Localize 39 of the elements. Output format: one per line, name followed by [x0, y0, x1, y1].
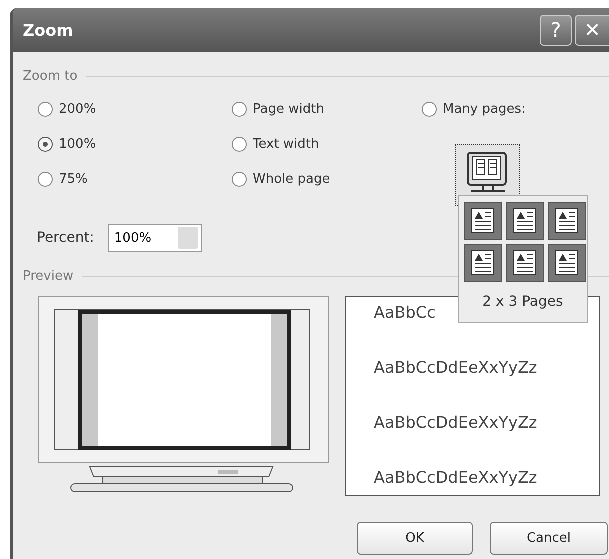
ok-button[interactable]: OK [357, 522, 473, 555]
page-icon [555, 208, 579, 234]
percent-label: Percent: [37, 230, 94, 246]
page-icon [513, 208, 537, 234]
radio-dot-icon[interactable] [232, 102, 247, 116]
cancel-button[interactable]: Cancel [490, 522, 608, 555]
radio-option[interactable]: Whole page [232, 169, 330, 189]
radio-option[interactable]: Page width [232, 99, 324, 119]
page-grid-cell[interactable] [548, 244, 586, 282]
sample-text: AaBbCcDdEeXxYyZz [374, 413, 538, 432]
sample-text: AaBbCcDdEeXxYyZz [374, 358, 538, 377]
radio-option[interactable]: Many pages: [422, 99, 526, 119]
page-grid-cell[interactable] [506, 202, 544, 240]
radio-option[interactable]: 200% [38, 99, 96, 119]
group-label: Zoom to [23, 68, 78, 84]
radio-option[interactable]: 75% [38, 169, 88, 189]
page-icon [513, 250, 537, 276]
page-icon [471, 208, 495, 234]
window-title: Zoom [23, 20, 74, 40]
page-grid-cell[interactable] [548, 202, 586, 240]
page-grid-cell[interactable] [464, 202, 502, 240]
radio-dot-icon[interactable] [232, 136, 247, 152]
radio-dot-icon[interactable] [38, 136, 53, 152]
radio-option[interactable]: 100% [38, 134, 96, 154]
radio-dot-icon[interactable] [232, 172, 247, 186]
close-button[interactable]: ✕ [575, 14, 609, 46]
radio-dot-icon[interactable] [422, 102, 437, 116]
page-grid-cell[interactable] [506, 244, 544, 282]
radio-dot-icon[interactable] [38, 102, 53, 116]
radio-dot-icon[interactable] [38, 172, 53, 186]
help-button[interactable]: ? [540, 14, 572, 46]
pages-caption: 2 x 3 Pages [482, 294, 564, 310]
page-grid-cell[interactable] [464, 244, 502, 282]
radio-option[interactable]: Text width [232, 134, 320, 154]
page-icon [555, 250, 579, 276]
sample-text: AaBbCcDdEeXxYyZz [374, 468, 538, 487]
sample-text: AaBbCc [374, 303, 437, 322]
page-icon [471, 250, 495, 276]
group-label: Preview [23, 268, 74, 284]
